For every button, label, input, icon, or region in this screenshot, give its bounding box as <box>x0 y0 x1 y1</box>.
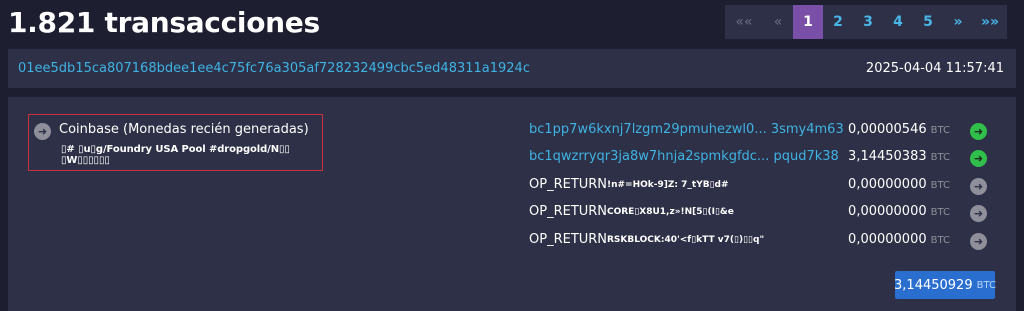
op-return-label: OP_RETURN <box>529 204 608 219</box>
transaction-panel: ➜ Coinbase (Monedas recién generadas) ▯#… <box>8 97 1016 311</box>
arrow-right-icon: ➜ <box>970 233 987 250</box>
first-page-button[interactable]: «« <box>725 5 763 39</box>
coinbase-label: Coinbase (Monedas recién generadas) <box>59 122 309 137</box>
output-address-link[interactable]: bc1pp7w6kxnj7lzgm29pmuhezwl0... 3smy4m63 <box>529 122 844 137</box>
page-1-button[interactable]: 1 <box>793 5 823 39</box>
page-3-button[interactable]: 3 <box>853 5 883 39</box>
output-row: OP_RETURN !n#=HOk-9]Z: 7_tYB▯d# 0,000000… <box>529 176 995 196</box>
txid-link[interactable]: 01ee5db15ca807168bdee1ee4c75fc76a305af72… <box>18 61 530 76</box>
page-title: 1.821 transacciones <box>8 6 320 39</box>
output-row: bc1qwzrryqr3ja8w7hnja2spmkgfdc... pqud7k… <box>529 148 995 168</box>
output-row: OP_RETURN CORE▯X8U1,z»!N[5▯(I▯&e 0,00000… <box>529 203 995 223</box>
page-4-button[interactable]: 4 <box>883 5 913 39</box>
prev-page-button[interactable]: « <box>763 5 793 39</box>
last-page-button[interactable]: »» <box>973 5 1007 39</box>
arrow-right-icon[interactable]: ➜ <box>970 150 987 167</box>
output-amount: 3,14450383 BTC <box>848 149 950 164</box>
output-address-link[interactable]: bc1qwzrryqr3ja8w7hnja2spmkgfdc... pqud7k… <box>529 149 839 164</box>
op-return-data: RSKBLOCK:40'<f▯kTT v7(▯)▯▯q" <box>607 235 765 245</box>
output-row: OP_RETURN RSKBLOCK:40'<f▯kTT v7(▯)▯▯q" 0… <box>529 231 995 251</box>
arrow-right-icon: ➜ <box>970 205 987 222</box>
op-return-data: !n#=HOk-9]Z: 7_tYB▯d# <box>607 180 729 190</box>
output-amount: 0,00000000 BTC <box>848 177 950 192</box>
arrow-right-icon: ➜ <box>970 178 987 195</box>
coinbase-input: ➜ Coinbase (Monedas recién generadas) ▯#… <box>28 114 323 171</box>
page-5-button[interactable]: 5 <box>913 5 943 39</box>
tx-timestamp: 2025-04-04 11:57:41 <box>865 61 1004 76</box>
output-amount: 0,00000000 BTC <box>848 204 950 219</box>
arrow-right-icon[interactable]: ➜ <box>970 123 987 140</box>
output-row: bc1pp7w6kxnj7lzgm29pmuhezwl0... 3smy4m63… <box>529 121 995 141</box>
pagination: «« « 1 2 3 4 5 » »» <box>725 5 1007 39</box>
op-return-label: OP_RETURN <box>529 177 608 192</box>
output-amount: 0,00000000 BTC <box>848 232 950 247</box>
transaction-header: 01ee5db15ca807168bdee1ee4c75fc76a305af72… <box>8 49 1016 88</box>
arrow-right-icon: ➜ <box>34 123 51 140</box>
total-amount-badge: 3,14450929 BTC <box>894 271 996 299</box>
page-2-button[interactable]: 2 <box>823 5 853 39</box>
op-return-label: OP_RETURN <box>529 232 608 247</box>
op-return-data: CORE▯X8U1,z»!N[5▯(I▯&e <box>607 207 734 217</box>
output-amount: 0,00000546 BTC <box>848 122 950 137</box>
coinbase-script: ▯# ▯u▯g/Foundry USA Pool #dropgold/N▯▯ ▯… <box>61 144 290 166</box>
next-page-button[interactable]: » <box>943 5 973 39</box>
